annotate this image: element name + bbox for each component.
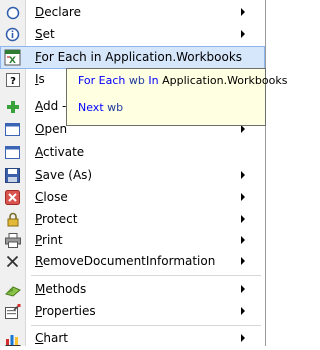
menu-item-label: Activate bbox=[35, 145, 85, 159]
keyword-in: In bbox=[148, 74, 159, 87]
svg-text:?: ? bbox=[10, 76, 16, 87]
menu-item-remove-document-information[interactable]: RemoveDocumentInformation bbox=[0, 250, 265, 273]
submenu-arrow-icon bbox=[241, 171, 245, 179]
menu-item-chart[interactable]: Chart bbox=[0, 327, 265, 350]
info-icon bbox=[4, 26, 21, 43]
submenu-arrow-icon bbox=[241, 125, 245, 133]
submenu-arrow-icon bbox=[241, 30, 245, 38]
menu-item-set[interactable]: Set bbox=[0, 23, 265, 46]
window-icon bbox=[4, 121, 21, 138]
submenu-arrow-icon bbox=[241, 257, 245, 265]
collection-name: Application.Workbooks bbox=[162, 74, 288, 87]
menu-item-label: Close bbox=[35, 190, 68, 204]
menu-item-label: RemoveDocumentInformation bbox=[35, 254, 216, 268]
keyword-next: Next bbox=[78, 101, 104, 114]
menu-item-label: Set bbox=[35, 27, 55, 41]
menu-item-label: Methods bbox=[35, 282, 87, 296]
x-icon bbox=[4, 253, 21, 270]
submenu-arrow-icon bbox=[241, 236, 245, 244]
menu-item-declare[interactable]: Declare bbox=[0, 1, 265, 24]
submenu-arrow-icon bbox=[241, 285, 245, 293]
submenu-arrow-icon bbox=[241, 334, 245, 342]
menu-item-methods[interactable]: Methods bbox=[0, 278, 265, 301]
menu-item-label: Protect bbox=[35, 212, 78, 226]
menu-item-for-each-workbooks[interactable]: X For Each in Application.Workbooks bbox=[0, 46, 265, 69]
menu-item-label: Properties bbox=[35, 304, 96, 318]
excel-loop-icon: X bbox=[4, 49, 21, 66]
keyword-for-each: For Each bbox=[78, 74, 126, 87]
menu-item-label: For Each in Application.Workbooks bbox=[35, 50, 243, 64]
menu-item-label: Open bbox=[35, 122, 68, 136]
circle-icon bbox=[4, 4, 21, 21]
menu-separator bbox=[31, 275, 261, 276]
variable-wb: wb bbox=[128, 74, 145, 87]
variable-wb: wb bbox=[107, 101, 124, 114]
close-icon bbox=[4, 189, 21, 206]
menu-item-label: Declare bbox=[35, 5, 81, 19]
window-icon bbox=[4, 144, 21, 161]
plus-icon bbox=[4, 98, 21, 115]
chart-icon bbox=[4, 330, 21, 347]
submenu-arrow-icon bbox=[241, 8, 245, 16]
save-icon bbox=[4, 167, 21, 184]
menu-item-label: Chart bbox=[35, 331, 68, 345]
svg-text:X: X bbox=[9, 56, 16, 66]
tooltip-line-2: Next wb bbox=[78, 101, 123, 115]
menu-item-activate[interactable]: Activate bbox=[0, 141, 265, 164]
menu-item-label: Print bbox=[35, 233, 63, 247]
context-menu: Declare Set X For Each in Application.Wo… bbox=[0, 0, 266, 346]
tooltip-line-1: For Each wb In Application.Workbooks bbox=[78, 74, 287, 88]
menu-item-print[interactable]: Print bbox=[0, 229, 265, 252]
menu-separator bbox=[31, 325, 261, 326]
menu-item-properties[interactable]: Properties bbox=[0, 300, 265, 323]
menu-item-close[interactable]: Close bbox=[0, 186, 265, 209]
properties-icon bbox=[4, 303, 21, 320]
code-preview-tooltip: For Each wb In Application.Workbooks Nex… bbox=[66, 68, 287, 126]
submenu-arrow-icon bbox=[241, 193, 245, 201]
submenu-arrow-icon bbox=[241, 215, 245, 223]
lock-icon bbox=[4, 211, 21, 228]
compare-icon: ? bbox=[4, 71, 21, 88]
menu-item-save-as[interactable]: Save (As) bbox=[0, 164, 265, 187]
menu-item-label: Add - bbox=[35, 99, 67, 113]
menu-item-protect[interactable]: Protect bbox=[0, 208, 265, 231]
printer-icon bbox=[4, 232, 21, 249]
menu-item-label: Save (As) bbox=[35, 168, 93, 182]
submenu-arrow-icon bbox=[241, 307, 245, 315]
method-icon bbox=[4, 281, 21, 298]
menu-item-label: Is bbox=[35, 72, 45, 86]
